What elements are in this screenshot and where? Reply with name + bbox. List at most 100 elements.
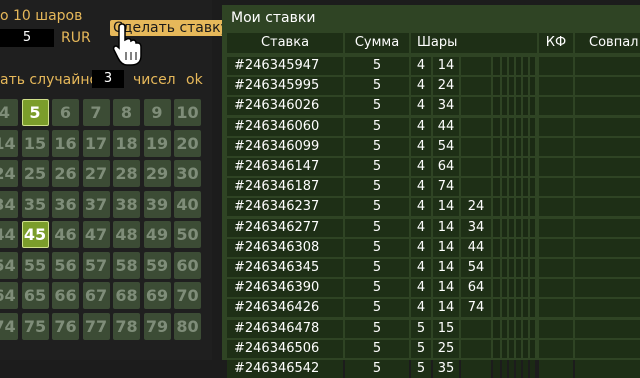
number-cell-17[interactable]: 17 [82, 129, 110, 157]
number-cell-47[interactable]: 47 [82, 221, 110, 248]
ball-slot [523, 178, 528, 197]
number-cell-58[interactable]: 58 [113, 251, 140, 279]
ok-button[interactable]: ok [186, 72, 203, 88]
header-balls: Шары [411, 33, 537, 53]
number-cell-45[interactable]: 45 [21, 221, 49, 248]
number-cell-34[interactable]: 34 [0, 190, 18, 218]
number-cell-75[interactable]: 75 [21, 312, 49, 340]
number-cell-14[interactable]: 14 [0, 129, 18, 157]
number-cell-15[interactable]: 15 [21, 129, 49, 157]
ball-slot [523, 259, 528, 277]
number-cell-46[interactable]: 46 [52, 221, 79, 248]
table-row[interactable]: #246346147 5 4 64 [227, 158, 640, 176]
number-cell-8[interactable]: 8 [113, 99, 140, 126]
number-cell-27[interactable]: 27 [82, 160, 110, 187]
number-cell-77[interactable]: 77 [82, 312, 110, 340]
cell-matches [575, 137, 640, 156]
number-cell-69[interactable]: 69 [143, 282, 171, 309]
table-row[interactable]: #246346506 5 5 25 [227, 339, 640, 358]
currency-label: RUR [61, 30, 91, 46]
number-cell-60[interactable]: 60 [174, 251, 201, 279]
number-cell-76[interactable]: 76 [52, 312, 79, 340]
table-row[interactable]: #246346187 5 4 74 [227, 178, 640, 197]
number-cell-7[interactable]: 7 [82, 99, 110, 126]
number-cell-5[interactable]: 5 [21, 99, 49, 126]
ball-slot [502, 158, 507, 176]
table-row[interactable]: #246346308 5 4 14 44 [227, 238, 640, 257]
ball-slot [493, 57, 500, 75]
ball-slot [502, 339, 507, 358]
number-cell-79[interactable]: 79 [143, 312, 171, 340]
number-cell-10[interactable]: 10 [174, 99, 201, 126]
bet-amount-input[interactable]: 5 [0, 29, 54, 47]
number-cell-25[interactable]: 25 [21, 160, 49, 187]
number-cell-64[interactable]: 64 [0, 282, 18, 309]
number-cell-65[interactable]: 65 [21, 282, 49, 309]
number-cell-55[interactable]: 55 [21, 251, 49, 279]
number-cell-44[interactable]: 44 [0, 221, 18, 248]
number-cell-29[interactable]: 29 [143, 160, 171, 187]
table-row[interactable]: #246345995 5 4 24 [227, 77, 640, 96]
number-cell-48[interactable]: 48 [113, 221, 140, 248]
number-cell-74[interactable]: 74 [0, 312, 18, 340]
number-cell-24[interactable]: 24 [0, 160, 18, 187]
number-cell-67[interactable]: 67 [82, 282, 110, 309]
table-row[interactable]: #246346277 5 4 14 34 [227, 218, 640, 237]
number-cell-19[interactable]: 19 [143, 129, 171, 157]
number-cell-39[interactable]: 39 [143, 190, 171, 218]
table-row[interactable]: #246346345 5 4 14 54 [227, 259, 640, 277]
ball-slot [502, 360, 507, 378]
number-cell-57[interactable]: 57 [82, 251, 110, 279]
table-row[interactable]: #246346026 5 4 34 [227, 97, 640, 116]
cell-b2: 14 [433, 279, 459, 298]
table-row[interactable]: #246346237 5 4 14 24 [227, 198, 640, 217]
number-cell-26[interactable]: 26 [52, 160, 79, 187]
cell-id: #246346060 [227, 117, 343, 136]
ball-slot [493, 77, 500, 96]
number-cell-59[interactable]: 59 [143, 251, 171, 279]
number-cell-18[interactable]: 18 [113, 129, 140, 157]
cell-b1: 4 [411, 279, 431, 298]
number-cell-28[interactable]: 28 [113, 160, 140, 187]
ball-slot [502, 77, 507, 96]
table-row[interactable]: #246346478 5 5 15 [227, 319, 640, 338]
table-row[interactable]: #246346542 5 5 35 [227, 360, 640, 378]
number-cell-4[interactable]: 4 [0, 99, 18, 126]
number-cell-78[interactable]: 78 [113, 312, 140, 340]
number-cell-40[interactable]: 40 [174, 190, 201, 218]
random-count-input[interactable]: 3 [92, 70, 124, 88]
number-cell-9[interactable]: 9 [143, 99, 171, 126]
number-cell-37[interactable]: 37 [82, 190, 110, 218]
table-row[interactable]: #246346060 5 4 44 [227, 117, 640, 136]
number-cell-30[interactable]: 30 [174, 160, 201, 187]
number-cell-70[interactable]: 70 [174, 282, 201, 309]
ball-slot [523, 57, 528, 75]
numbers-label: чисел [133, 72, 176, 88]
cell-b3: 54 [461, 259, 491, 277]
cell-matches [575, 279, 640, 298]
number-cell-54[interactable]: 54 [0, 251, 18, 279]
ball-slot [509, 198, 514, 217]
number-cell-68[interactable]: 68 [113, 282, 140, 309]
table-row[interactable]: #246346099 5 4 54 [227, 137, 640, 156]
cell-matches [575, 259, 640, 277]
number-cell-50[interactable]: 50 [174, 221, 201, 248]
number-cell-80[interactable]: 80 [174, 312, 201, 340]
number-cell-20[interactable]: 20 [174, 129, 201, 157]
ball-slot [493, 360, 500, 378]
number-cell-56[interactable]: 56 [52, 251, 79, 279]
cell-sum: 5 [345, 339, 409, 358]
number-cell-38[interactable]: 38 [113, 190, 140, 218]
number-cell-16[interactable]: 16 [52, 129, 79, 157]
ball-slot [502, 178, 507, 197]
number-cell-36[interactable]: 36 [52, 190, 79, 218]
table-row[interactable]: #246346426 5 4 14 74 [227, 299, 640, 318]
table-row[interactable]: #246345947 5 4 14 [227, 57, 640, 75]
table-row[interactable]: #246346390 5 4 14 64 [227, 279, 640, 298]
number-cell-6[interactable]: 6 [52, 99, 79, 126]
ball-slot [523, 117, 528, 136]
cell-sum: 5 [345, 259, 409, 277]
number-cell-66[interactable]: 66 [52, 282, 79, 309]
number-cell-35[interactable]: 35 [21, 190, 49, 218]
number-cell-49[interactable]: 49 [143, 221, 171, 248]
